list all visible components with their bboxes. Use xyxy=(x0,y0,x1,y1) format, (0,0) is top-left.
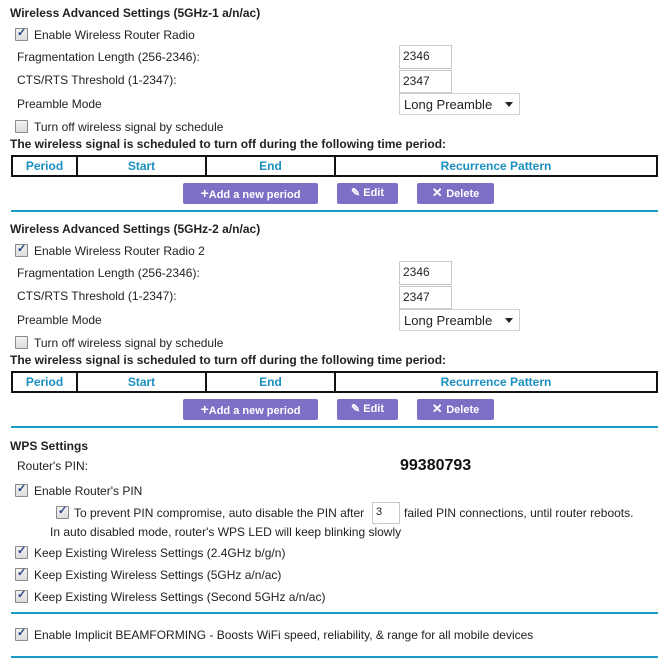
col-start: Start xyxy=(76,155,207,177)
failed-attempts-input[interactable]: 3 xyxy=(372,502,400,524)
schedule-label: Turn off wireless signal by schedule xyxy=(34,336,224,350)
enable-radio-label: Enable Wireless Router Radio 2 xyxy=(34,244,205,258)
schedule-heading: The wireless signal is scheduled to turn… xyxy=(10,137,447,151)
prevent-text-before: To prevent PIN compromise, auto disable … xyxy=(74,506,365,520)
cts-label: CTS/RTS Threshold (1-2347): xyxy=(17,289,177,303)
enable-radio-label: Enable Wireless Router Radio xyxy=(34,28,195,42)
preamble-select[interactable]: Long Preamble xyxy=(399,93,520,115)
frag-label: Fragmentation Length (256-2346): xyxy=(17,266,200,280)
cts-input[interactable]: 2347 xyxy=(399,286,452,309)
keep-settings-5-checkbox[interactable] xyxy=(15,566,28,581)
add-period-label: Add a new period xyxy=(208,189,301,201)
edit-button[interactable]: ✎ Edit xyxy=(337,399,398,420)
enable-radio-checkbox[interactable] xyxy=(15,242,28,257)
add-period-button[interactable]: +Add a new period xyxy=(183,183,318,204)
prevent-pin-checkbox[interactable] xyxy=(56,504,69,519)
cts-label: CTS/RTS Threshold (1-2347): xyxy=(17,73,177,87)
x-icon: ✕ xyxy=(431,185,447,200)
add-period-button[interactable]: +Add a new period xyxy=(183,399,318,420)
preamble-select[interactable]: Long Preamble xyxy=(399,309,520,331)
pencil-icon: ✎ xyxy=(350,403,364,415)
schedule-label: Turn off wireless signal by schedule xyxy=(34,120,224,134)
keep-settings-5b-checkbox[interactable] xyxy=(15,588,28,603)
enable-pin-label: Enable Router's PIN xyxy=(34,484,143,498)
preamble-value: Long Preamble xyxy=(404,313,493,328)
enable-radio-checkbox[interactable] xyxy=(15,26,28,41)
col-start: Start xyxy=(76,371,207,393)
preamble-label: Preamble Mode xyxy=(17,97,102,111)
col-recurrence: Recurrence Pattern xyxy=(334,155,658,177)
keep-settings-5-label: Keep Existing Wireless Settings (5GHz a/… xyxy=(34,568,282,582)
col-end: End xyxy=(205,371,336,393)
divider xyxy=(11,426,658,428)
col-recurrence: Recurrence Pattern xyxy=(334,371,658,393)
delete-label: Delete xyxy=(446,404,480,416)
col-end: End xyxy=(205,155,336,177)
frag-label: Fragmentation Length (256-2346): xyxy=(17,50,200,64)
add-period-label: Add a new period xyxy=(208,405,301,417)
frag-input[interactable]: 2346 xyxy=(399,45,452,69)
delete-label: Delete xyxy=(446,188,480,200)
divider xyxy=(11,612,658,614)
divider xyxy=(11,656,658,658)
x-icon: ✕ xyxy=(431,401,447,416)
preamble-label: Preamble Mode xyxy=(17,313,102,327)
edit-label: Edit xyxy=(363,187,385,199)
delete-button[interactable]: ✕ Delete xyxy=(417,399,494,420)
frag-input[interactable]: 2346 xyxy=(399,261,452,285)
divider xyxy=(11,210,658,212)
plus-icon: + xyxy=(200,185,209,201)
pin-value: 99380793 xyxy=(400,457,472,474)
keep-settings-24-label: Keep Existing Wireless Settings (2.4GHz … xyxy=(34,546,286,560)
edit-label: Edit xyxy=(363,403,385,415)
schedule-heading: The wireless signal is scheduled to turn… xyxy=(10,353,447,367)
keep-settings-24-checkbox[interactable] xyxy=(15,544,28,559)
schedule-table: Period Start End Recurrence Pattern xyxy=(11,155,658,177)
section-title: Wireless Advanced Settings (5GHz-1 a/n/a… xyxy=(10,6,261,20)
beamforming-label: Enable Implicit BEAMFORMING - Boosts WiF… xyxy=(34,628,534,642)
schedule-checkbox[interactable] xyxy=(15,336,28,349)
edit-button[interactable]: ✎ Edit xyxy=(337,183,398,204)
delete-button[interactable]: ✕ Delete xyxy=(417,183,494,204)
wps-title: WPS Settings xyxy=(10,439,89,453)
plus-icon: + xyxy=(200,401,209,417)
chevron-down-icon xyxy=(505,102,513,107)
chevron-down-icon xyxy=(505,318,513,323)
pencil-icon: ✎ xyxy=(350,187,364,199)
pin-label: Router's PIN: xyxy=(17,459,88,473)
section-title: Wireless Advanced Settings (5GHz-2 a/n/a… xyxy=(10,222,261,236)
cts-input[interactable]: 2347 xyxy=(399,70,452,93)
col-period: Period xyxy=(11,155,78,177)
beamforming-checkbox[interactable] xyxy=(15,626,28,641)
auto-disable-note: In auto disabled mode, router's WPS LED … xyxy=(50,525,402,539)
keep-settings-5b-label: Keep Existing Wireless Settings (Second … xyxy=(34,590,326,604)
schedule-checkbox[interactable] xyxy=(15,120,28,133)
prevent-text-after: failed PIN connections, until router reb… xyxy=(404,506,634,520)
preamble-value: Long Preamble xyxy=(404,97,493,112)
col-period: Period xyxy=(11,371,78,393)
enable-pin-checkbox[interactable] xyxy=(15,482,28,497)
schedule-table: Period Start End Recurrence Pattern xyxy=(11,371,658,393)
